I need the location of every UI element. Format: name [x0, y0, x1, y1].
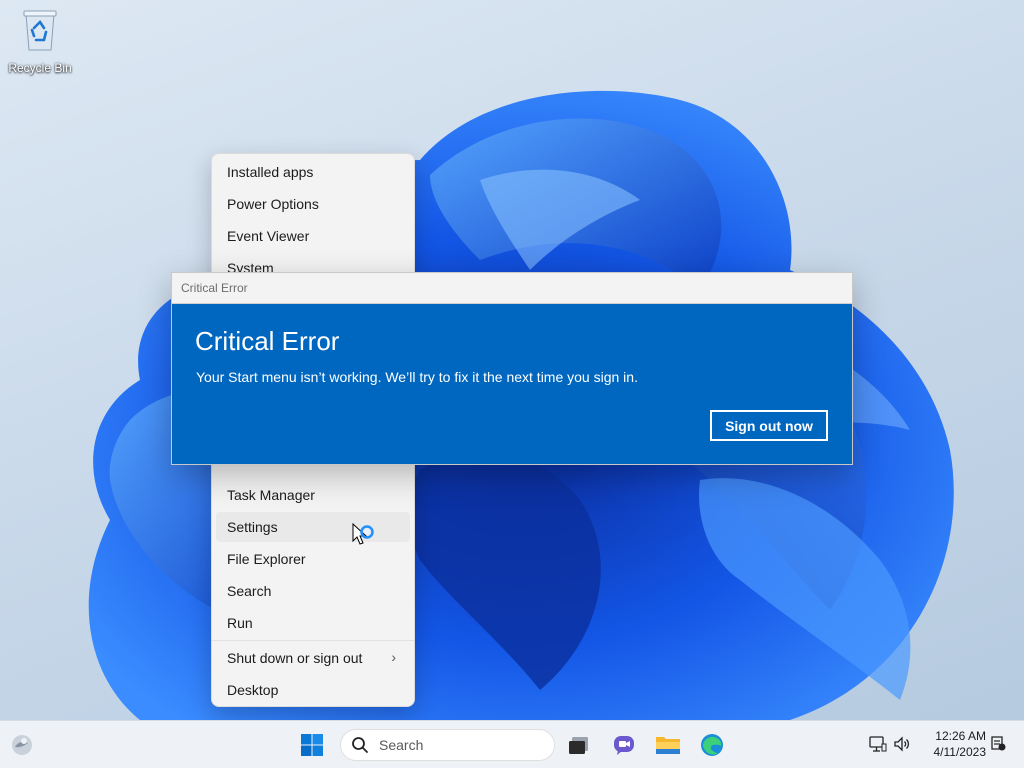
critical-error-dialog: Critical Error Critical Error Your Start…	[171, 272, 853, 465]
file-explorer-button[interactable]	[650, 727, 686, 763]
menu-item-label: Search	[227, 583, 272, 599]
edge-icon	[701, 734, 723, 756]
dialog-window-title: Critical Error	[181, 281, 248, 295]
menu-item-settings[interactable]: Settings	[216, 512, 410, 542]
menu-item-label: Installed apps	[227, 164, 314, 180]
clock-time: 12:26 AM	[935, 729, 986, 743]
dialog-message: Your Start menu isn’t working. We’ll try…	[196, 369, 638, 385]
taskbar-search-box[interactable]: Search	[340, 729, 555, 761]
desktop: Recycle Bin Installed apps Power Options…	[0, 0, 1024, 720]
widgets-icon	[12, 735, 32, 755]
task-view-icon	[569, 737, 588, 754]
search-icon	[352, 737, 368, 753]
network-icon[interactable]	[869, 735, 887, 753]
busy-cursor-icon	[352, 523, 374, 545]
menu-divider	[212, 640, 414, 641]
menu-item-label: Settings	[227, 519, 278, 535]
recycle-bin-shortcut[interactable]: Recycle Bin	[4, 8, 76, 75]
recycle-bin-label: Recycle Bin	[8, 61, 72, 75]
menu-item-label: Power Options	[227, 196, 319, 212]
notification-icon[interactable]	[989, 735, 1007, 753]
search-placeholder: Search	[379, 737, 424, 753]
menu-item-search[interactable]: Search	[216, 576, 410, 606]
recycle-bin-icon	[23, 10, 57, 51]
menu-item-run[interactable]: Run	[216, 608, 410, 638]
chat-button[interactable]	[606, 727, 642, 763]
system-clock[interactable]: 12:26 AM 4/11/2023	[918, 728, 987, 760]
volume-icon[interactable]	[893, 735, 911, 753]
clock-date: 4/11/2023	[933, 745, 987, 759]
edge-button[interactable]	[694, 727, 730, 763]
menu-item-event-viewer[interactable]: Event Viewer	[216, 221, 410, 251]
menu-item-power-options[interactable]: Power Options	[216, 189, 410, 219]
widgets-button[interactable]	[4, 727, 40, 763]
menu-item-label: File Explorer	[227, 551, 306, 567]
dialog-heading: Critical Error	[195, 326, 340, 356]
chevron-right-icon: ›	[391, 649, 396, 665]
menu-item-shut-down-or-sign-out[interactable]: Shut down or sign out ›	[216, 643, 410, 673]
chat-icon	[614, 736, 634, 755]
menu-item-label: Shut down or sign out	[227, 650, 363, 666]
start-button[interactable]	[294, 727, 330, 763]
menu-item-desktop[interactable]: Desktop	[216, 675, 410, 705]
menu-item-label: Desktop	[227, 682, 279, 698]
menu-item-installed-apps[interactable]: Installed apps	[216, 157, 410, 187]
start-icon	[301, 734, 323, 756]
menu-item-file-explorer[interactable]: File Explorer	[216, 544, 410, 574]
taskbar: Search 12:26 AM 4/11/2023	[0, 720, 1024, 768]
sign-out-now-button[interactable]: Sign out now	[710, 410, 828, 441]
menu-item-task-manager[interactable]: Task Manager	[216, 480, 410, 510]
file-explorer-icon	[656, 737, 680, 754]
menu-item-label: Run	[227, 615, 253, 631]
menu-item-label: Event Viewer	[227, 228, 310, 244]
task-view-button[interactable]	[561, 727, 597, 763]
dialog-titlebar[interactable]: Critical Error	[172, 273, 852, 304]
menu-item-label: Task Manager	[227, 487, 315, 503]
